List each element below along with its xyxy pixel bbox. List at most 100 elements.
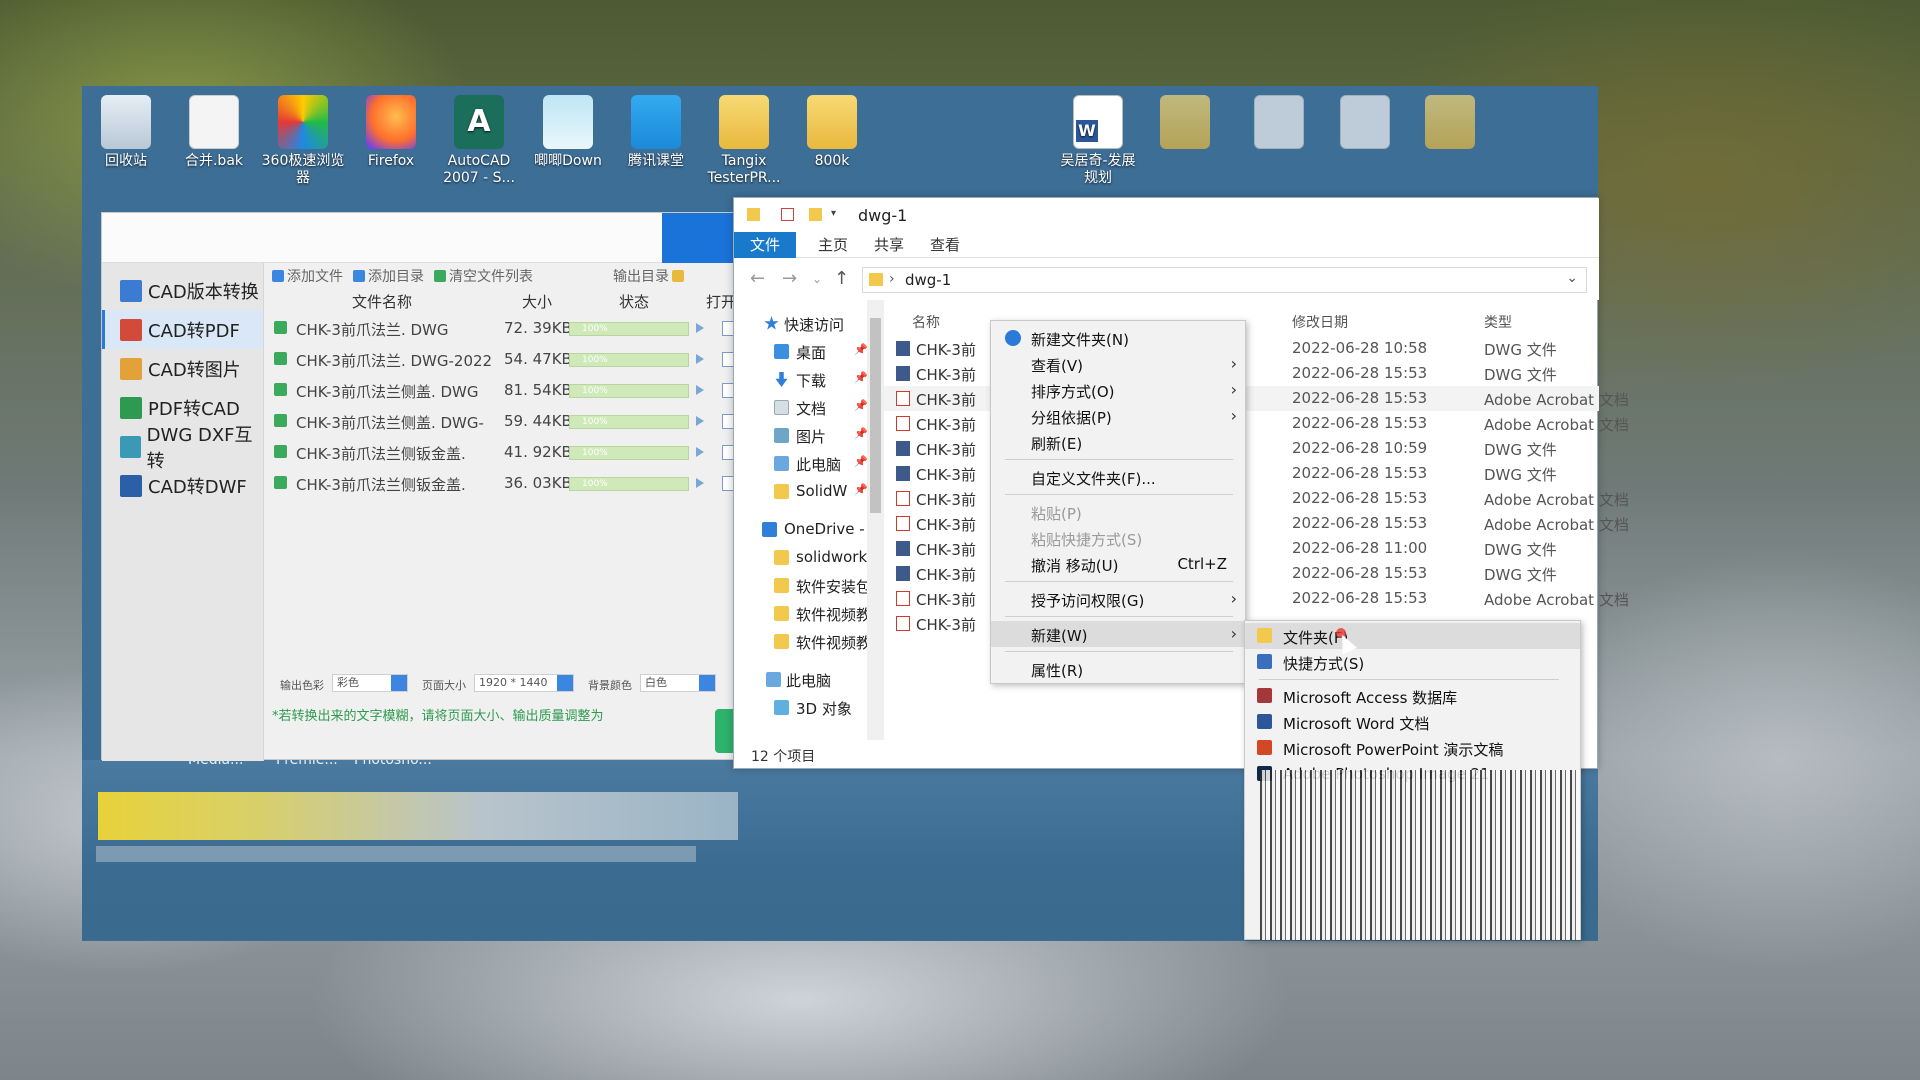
table-row[interactable]: CHK-3前爪法兰侧盖. DWG- 59. 44KB 100% [264,406,742,437]
cad-sidebar-item-cad-to-pdf[interactable]: CAD转PDF [102,310,263,349]
forward-arrow-icon[interactable]: → [782,268,797,289]
file-name: CHK-3前 [916,616,976,634]
menu-item-refresh[interactable]: 刷新(E) [991,429,1247,455]
new-folder-icon[interactable] [809,208,822,221]
table-row[interactable]: CHK-3前爪法兰侧钣金盖. 36. 03KB 100% [264,468,742,499]
desktop-icon-800k-folder[interactable]: 800k [790,95,874,170]
chevron-down-icon[interactable]: ▾ [831,208,844,221]
pictures-icon [774,428,789,443]
tab-home[interactable]: 主页 [802,232,864,258]
output-color-select[interactable]: 彩色 [332,674,408,692]
file-icon [1340,95,1390,149]
nav-item-pictures[interactable]: 图片 📌 [734,422,874,450]
desktop-icon-faded-folder[interactable] [1143,95,1227,153]
back-arrow-icon[interactable]: ← [750,268,765,289]
menu-item-give-access[interactable]: 授予访问权限(G) › [991,586,1247,612]
properties-icon[interactable] [781,208,794,221]
add-directory-button[interactable]: 添加目录 [353,266,424,286]
table-row[interactable]: CHK-3前爪法兰. DWG-2022 54. 47KB 100% [264,344,742,375]
cad-sidebar-item-cad-to-dwf[interactable]: CAD转DWF [102,466,263,505]
submenu-item-word-document[interactable]: Microsoft Word 文档 [1245,709,1580,735]
nav-item-folder[interactable]: 软件视频教 [734,628,874,656]
tab-file[interactable]: 文件 [734,232,797,258]
nav-item-onedrive[interactable]: OneDrive - [734,516,874,544]
clear-list-button[interactable]: 清空文件列表 [434,266,533,286]
cad-sidebar-item-dwg-dxf[interactable]: DWG DXF互转 [102,425,263,472]
menu-item-new[interactable]: 新建(W) › [991,621,1247,647]
desktop-icon-jijidown[interactable]: 唧唧Down [526,95,610,170]
submenu-item-access-database[interactable]: Microsoft Access 数据库 [1245,683,1580,709]
play-icon[interactable] [696,478,704,488]
cad-sidebar-item-cad-to-image[interactable]: CAD转图片 [102,349,263,388]
play-icon[interactable] [696,354,704,364]
menu-item-label: 分组依据(P) [1031,409,1112,427]
desktop-icon-word-document[interactable]: 吴居奇-发展规划 [1056,95,1140,187]
output-directory-button[interactable]: 输出目录 [613,266,684,286]
play-icon[interactable] [696,323,704,333]
address-bar[interactable]: › dwg-1 ⌄ [862,267,1587,293]
nav-item-quick-access[interactable]: 快速访问 [734,310,874,338]
desktop-icon-faded-folder[interactable] [1408,95,1492,153]
desktop-icon-faded-file[interactable] [1323,95,1407,153]
desktop-icon-tangix-folder[interactable]: Tangix TesterPR... [702,95,786,187]
play-icon[interactable] [696,416,704,426]
folder-icon [774,550,789,565]
add-file-button[interactable]: 添加文件 [272,266,343,286]
submenu-item-shortcut[interactable]: 快捷方式(S) [1245,649,1580,675]
column-header-name[interactable]: 名称 [912,312,940,332]
nav-item-this-pc[interactable]: 此电脑 [734,666,874,694]
menu-item-group-by[interactable]: 分组依据(P) › [991,403,1247,429]
firefox-icon [366,95,416,149]
up-arrow-icon[interactable]: ↑ [834,268,849,289]
folder-icon [672,270,684,282]
table-row[interactable]: CHK-3前爪法兰侧钣金盖. 41. 92KB 100% [264,437,742,468]
file-date: 2022-06-28 15:53 [1292,514,1428,532]
desktop-icon-label: AutoCAD 2007 - S... [443,153,515,186]
progress-bar: 100% [569,477,689,491]
recent-chevron-icon[interactable]: ⌄ [812,272,822,286]
menu-item-properties[interactable]: 属性(R) [991,656,1247,682]
desktop-icon-recycle-bin[interactable]: 回收站 [84,95,168,170]
nav-item-folder[interactable]: solidworks [734,544,874,572]
page-size-select[interactable]: 1920 * 1440 [474,674,574,692]
column-header-date[interactable]: 修改日期 [1292,312,1348,332]
nav-item-solidworks-pinned[interactable]: SolidW 📌 [734,478,874,506]
play-icon[interactable] [696,385,704,395]
menu-item-sort-by[interactable]: 排序方式(O) › [991,377,1247,403]
file-name: CHK-3前爪法兰侧钣金盖. [296,476,466,494]
menu-item-undo-move[interactable]: 撤消 移动(U) Ctrl+Z [991,551,1247,577]
nav-item-this-pc-pinned[interactable]: 此电脑 📌 [734,450,874,478]
chevron-down-icon[interactable]: ⌄ [1566,270,1578,286]
table-row[interactable]: CHK-3前爪法兰侧盖. DWG 81. 54KB 100% [264,375,742,406]
submenu-item-folder[interactable]: 文件夹(F) [1245,623,1580,649]
desktop-icon-faded-file[interactable] [1237,95,1321,153]
scrollbar-thumb[interactable] [870,318,881,513]
column-header-status: 状态 [619,293,650,311]
nav-item-folder[interactable]: 软件安装包 [734,572,874,600]
chevron-right-icon: › [1230,589,1237,608]
nav-item-downloads[interactable]: 下载 📌 [734,366,874,394]
navigation-scrollbar[interactable] [867,300,884,740]
nav-item-folder[interactable]: 软件视频教 [734,600,874,628]
menu-item-customize-folder[interactable]: 自定义文件夹(F)... [991,464,1247,490]
desktop-icon-autocad[interactable]: A AutoCAD 2007 - S... [437,95,521,187]
menu-item-view[interactable]: 查看(V) › [991,351,1247,377]
tab-share[interactable]: 共享 [858,232,920,258]
column-header-type[interactable]: 类型 [1484,312,1512,332]
tab-view[interactable]: 查看 [914,232,976,258]
desktop-icon-360-browser[interactable]: 360极速浏览器 [261,95,345,187]
play-icon[interactable] [696,447,704,457]
file-type: DWG 文件 [1484,566,1557,584]
submenu-item-powerpoint[interactable]: Microsoft PowerPoint 演示文稿 [1245,735,1580,761]
background-color-select[interactable]: 白色 [640,674,716,692]
desktop-icon-bak-file[interactable]: 合并.bak [172,95,256,170]
nav-item-3d-objects[interactable]: 3D 对象 [734,694,874,722]
file-icon [189,95,239,149]
nav-item-desktop[interactable]: 桌面 📌 [734,338,874,366]
desktop-icon-firefox[interactable]: Firefox [349,95,433,170]
menu-item-new-folder[interactable]: 新建文件夹(N) [991,325,1247,351]
nav-item-documents[interactable]: 文档 📌 [734,394,874,422]
table-row[interactable]: CHK-3前爪法兰. DWG 72. 39KB 100% [264,313,742,344]
desktop-icon-tencent-classroom[interactable]: 腾讯课堂 [614,95,698,170]
cad-sidebar-item-version-convert[interactable]: CAD版本转换 [102,271,263,310]
